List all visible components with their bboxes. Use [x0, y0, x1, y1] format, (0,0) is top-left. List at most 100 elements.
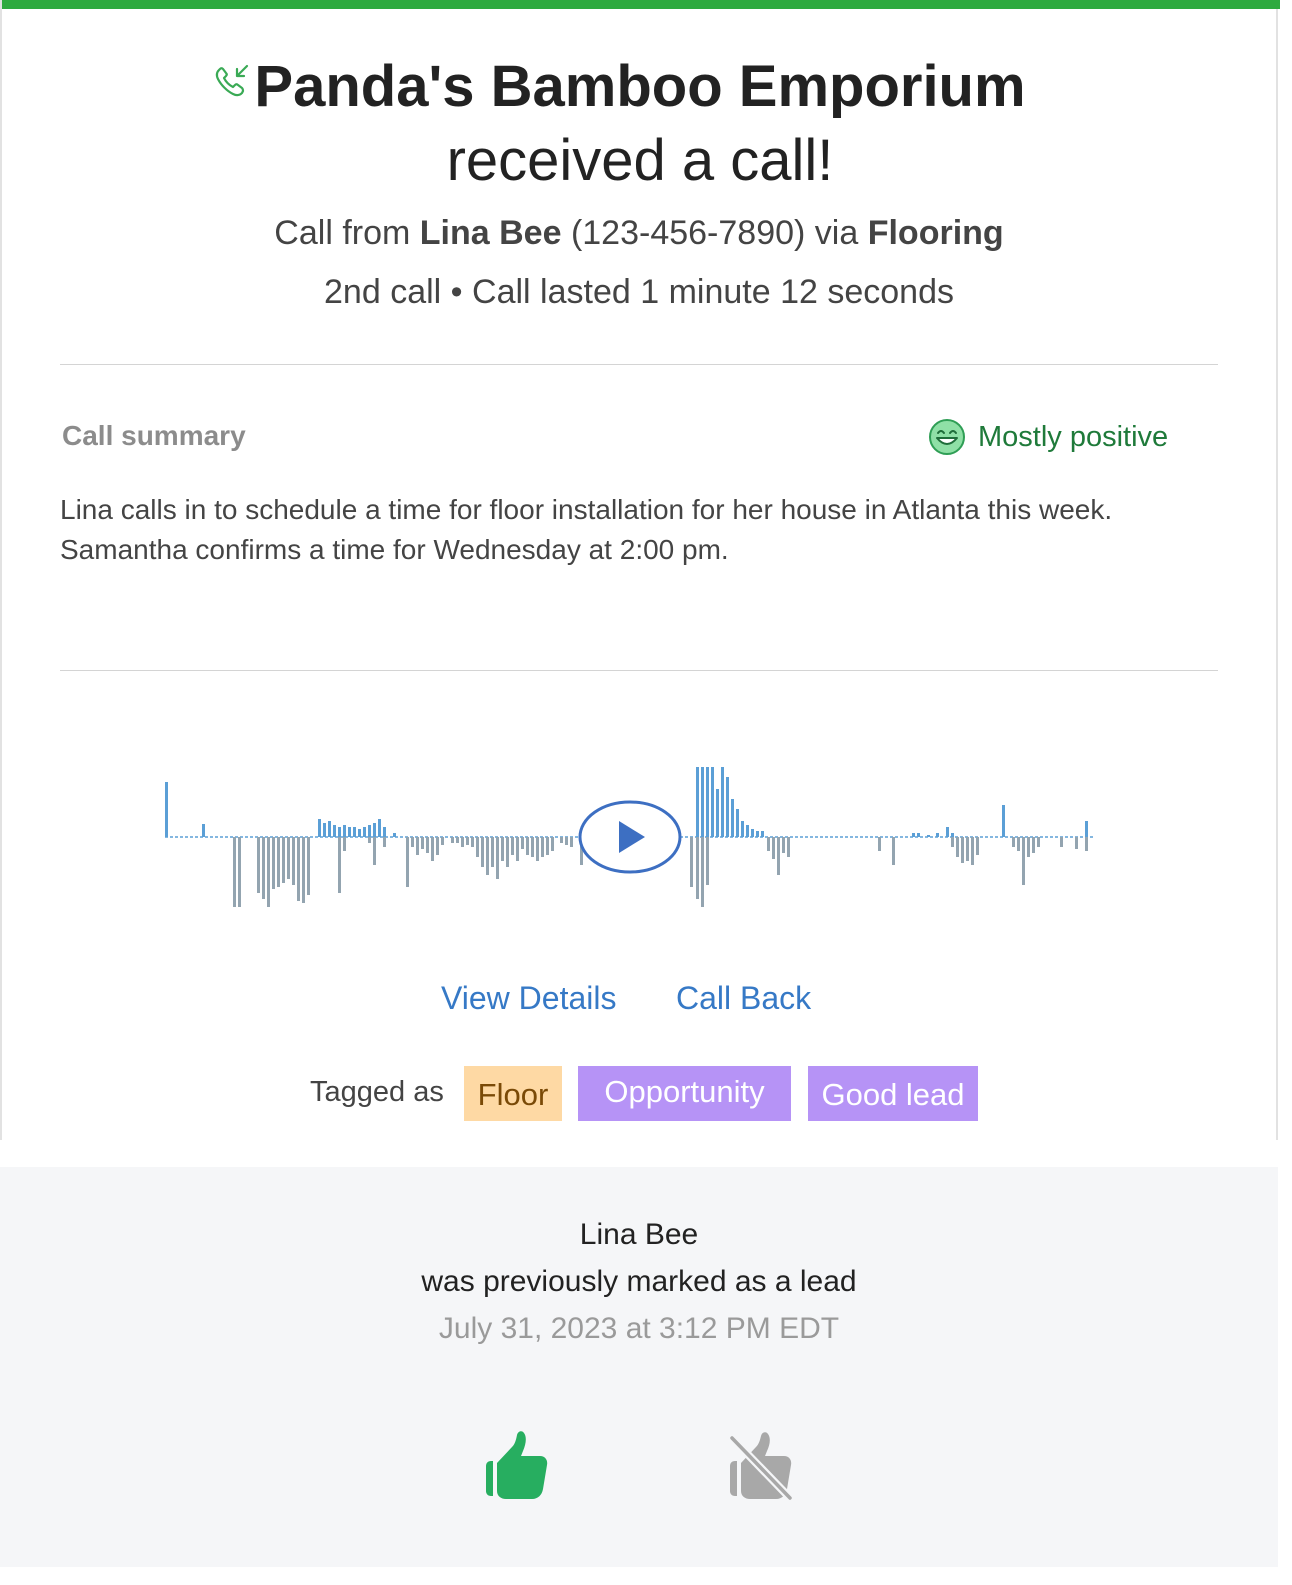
- waveform-bar-caller: [506, 837, 509, 867]
- waveform-bar-caller: [383, 837, 386, 847]
- waveform-bar-caller: [1022, 837, 1025, 885]
- waveform-bar-agent: [358, 829, 361, 837]
- waveform-bar-agent: [701, 767, 704, 837]
- waveform-bar-caller: [521, 837, 524, 849]
- caller-info: Call from Lina Bee (123-456-7890) via Fl…: [0, 210, 1278, 256]
- waveform-bar-caller: [456, 837, 459, 843]
- waveform-bar-caller: [262, 837, 265, 899]
- play-button[interactable]: [578, 800, 682, 874]
- waveform-bar-agent: [751, 829, 754, 837]
- waveform-bar-caller: [466, 837, 469, 845]
- waveform-bar-agent: [378, 819, 381, 837]
- waveform-bar-agent: [936, 833, 939, 837]
- caller-phone: (123-456-7890): [570, 214, 806, 252]
- tag-opportunity[interactable]: Opportunity: [578, 1066, 791, 1121]
- waveform-bar-caller: [560, 837, 563, 843]
- waveform-bar-agent: [946, 827, 949, 837]
- audio-waveform[interactable]: [150, 745, 1110, 930]
- waveform-bar-caller: [1032, 837, 1035, 853]
- waveform-bar-agent: [721, 767, 724, 837]
- waveform-bar-caller: [878, 837, 881, 851]
- call-count: 2nd call: [324, 273, 442, 311]
- waveform-bar-caller: [565, 837, 568, 845]
- waveform-bar-agent: [1002, 805, 1005, 837]
- waveform-bar-caller: [368, 837, 371, 843]
- title-business-name: Panda's Bamboo Emporium: [254, 54, 1026, 119]
- waveform-bar-caller: [892, 837, 895, 865]
- waveform-bar-caller: [338, 837, 341, 893]
- tags-row: Tagged as Floor Opportunity Good lead: [0, 1066, 1278, 1122]
- waveform-bar-caller: [416, 837, 419, 855]
- waveform-bar-caller: [501, 837, 504, 861]
- waveform-bar-agent: [756, 831, 759, 837]
- tagged-as-label: Tagged as: [310, 1076, 444, 1108]
- caller-name: Lina Bee: [419, 214, 562, 252]
- waveform-bar-caller: [1075, 837, 1078, 849]
- waveform-bar-agent: [741, 821, 744, 837]
- waveform-bar-caller: [267, 837, 270, 907]
- sentiment-label: Mostly positive: [978, 420, 1169, 453]
- divider: [60, 670, 1218, 671]
- waveform-bar-agent: [363, 827, 366, 837]
- waveform-bar-caller: [471, 837, 474, 847]
- waveform-bar-caller: [431, 837, 434, 861]
- waveform-bar-caller: [476, 837, 479, 857]
- waveform-bar-caller: [307, 837, 310, 895]
- tag-good-lead[interactable]: Good lead: [808, 1066, 978, 1121]
- separator-dot: •: [450, 273, 463, 311]
- waveform-bar-caller: [1027, 837, 1030, 857]
- waveform-bar-caller: [282, 837, 285, 883]
- waveform-bar-agent: [917, 833, 920, 837]
- waveform-bar-caller: [272, 837, 275, 889]
- waveform-bar-caller: [441, 837, 444, 845]
- waveform-bar-agent: [202, 824, 205, 837]
- waveform-bar-caller: [511, 837, 514, 855]
- waveform-bar-caller: [541, 837, 544, 857]
- waveform-bar-agent: [912, 833, 915, 837]
- waveform-bar-caller: [373, 837, 376, 865]
- waveform-bar-caller: [531, 837, 534, 857]
- call-back-link[interactable]: Call Back: [676, 980, 811, 1017]
- waveform-bar-caller: [491, 837, 494, 867]
- waveform-bar-agent: [716, 789, 719, 837]
- waveform-bar-caller: [436, 837, 439, 855]
- waveform-bar-caller: [690, 837, 693, 887]
- waveform-bar-caller: [516, 837, 519, 861]
- waveform-bar-agent: [1085, 821, 1088, 837]
- tag-floor[interactable]: Floor: [464, 1066, 562, 1121]
- call-duration: Call lasted 1 minute 12 seconds: [472, 273, 954, 311]
- divider: [60, 364, 1218, 365]
- view-details-link[interactable]: View Details: [441, 980, 616, 1017]
- waveform-bar-agent: [165, 782, 168, 837]
- call-summary-label: Call summary: [62, 420, 246, 451]
- lead-date: July 31, 2023 at 3:12 PM EDT: [438, 1312, 840, 1345]
- waveform-bar-caller: [767, 837, 770, 851]
- waveform-bar-caller: [411, 837, 414, 847]
- summary-text: Lina calls in to schedule a time for flo…: [60, 494, 1113, 565]
- waveform-bar-caller: [706, 837, 709, 885]
- waveform-bar-caller: [343, 837, 346, 851]
- waveform-bar-caller: [1017, 837, 1020, 851]
- waveform-bar-agent: [333, 825, 336, 837]
- waveform-bar-agent: [328, 821, 331, 837]
- waveform-bar-agent: [318, 819, 321, 837]
- waveform-bar-agent: [726, 777, 729, 837]
- thumbs-up-icon[interactable]: [484, 1430, 550, 1502]
- waveform-bar-agent: [746, 825, 749, 837]
- waveform-bar-caller: [951, 837, 954, 847]
- lead-message: was previously marked as a lead: [421, 1265, 857, 1298]
- waveform-bar-agent: [927, 835, 930, 837]
- waveform-bar-caller: [1012, 837, 1015, 847]
- waveform-bar-agent: [383, 827, 386, 837]
- lead-name: Lina Bee: [579, 1218, 699, 1251]
- waveform-bar-agent: [736, 809, 739, 837]
- waveform-bar-caller: [971, 837, 974, 865]
- via-word: via: [814, 214, 859, 252]
- waveform-bar-caller: [526, 837, 529, 855]
- waveform-bar-caller: [956, 837, 959, 857]
- waveform-bar-caller: [238, 837, 241, 907]
- thumbs-down-disabled-icon[interactable]: [728, 1432, 794, 1502]
- waveform-bar-agent: [706, 767, 709, 837]
- waveform-bar-caller: [406, 837, 409, 887]
- waveform-bar-caller: [451, 837, 454, 843]
